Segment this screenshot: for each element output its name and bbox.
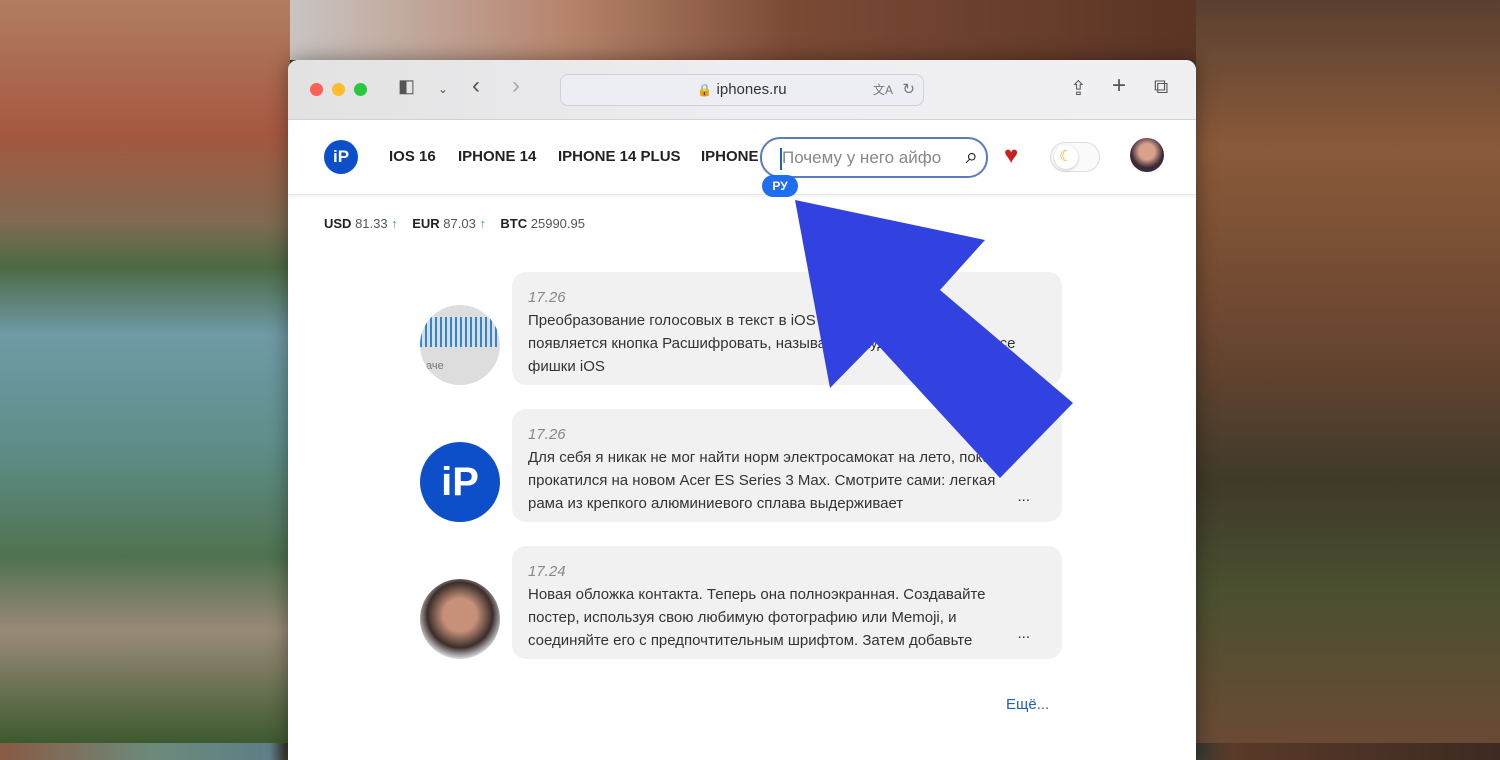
eur-label: EUR (412, 216, 440, 231)
chevron-down-icon[interactable]: ⌄ (438, 82, 448, 96)
waveform-avatar: аче (420, 305, 500, 385)
message-bubble: 17.26 Для себя я никак не мог найти норм… (512, 409, 1062, 522)
tabs-overview-icon[interactable]: ⧉ (1154, 76, 1168, 99)
message-text: Для себя я никак не мог найти норм элект… (528, 449, 1012, 512)
back-button[interactable]: ‹ (472, 72, 480, 100)
input-language-badge: РУ (762, 175, 798, 197)
ellipsis[interactable]: ... (1017, 622, 1030, 645)
minimize-button[interactable] (332, 83, 345, 96)
site-header: iP IOS 16 IPHONE 14 IPHONE 14 PLUS IPHON… (288, 120, 1196, 197)
person-avatar (420, 579, 500, 659)
new-tab-icon[interactable]: + (1112, 72, 1126, 100)
nav-iphone[interactable]: IPHONE (701, 148, 761, 165)
search-input[interactable]: Почему у него айфо ⌕ (760, 137, 988, 178)
dark-mode-toggle[interactable]: ☾ (1050, 142, 1100, 172)
browser-window: ◧ ⌄ ‹ › 🔒 iphones.ru 文A ↻ ⇪ + ⧉ iP IOS 1… (288, 60, 1196, 760)
nav-ios16[interactable]: IOS 16 (389, 148, 436, 165)
lock-icon: 🔒 (697, 83, 713, 97)
message-time: 17.26 (528, 289, 566, 306)
maximize-button[interactable] (354, 83, 367, 96)
message-bubble: 17.26 Преобразование голосовых в текст в… (512, 272, 1062, 385)
up-arrow-icon: ↑ (391, 216, 398, 231)
address-bar[interactable]: 🔒 iphones.ru 文A ↻ (560, 74, 924, 106)
currency-rates: USD 81.33 ↑ EUR 87.03 ↑ BTC 25990.95 (324, 216, 585, 231)
more-link[interactable]: Ещё... (1006, 696, 1049, 713)
message-bubble: 17.24 Новая обложка контакта. Теперь она… (512, 546, 1062, 659)
message-text: Преобразование голосовых в текст в iOS 1… (528, 312, 1016, 375)
search-value: Почему у него айфо (782, 148, 942, 167)
ellipsis[interactable]: ... (1017, 485, 1030, 508)
waveform-icon (420, 317, 500, 347)
browser-toolbar: ◧ ⌄ ‹ › 🔒 iphones.ru 文A ↻ ⇪ + ⧉ (288, 60, 1196, 120)
url-text: iphones.ru (716, 81, 787, 98)
heart-icon[interactable]: ♥ (1004, 142, 1018, 170)
avatar-caption: аче (426, 360, 444, 372)
reload-icon[interactable]: ↻ (902, 75, 915, 105)
desktop-wallpaper-right (1196, 0, 1500, 743)
forward-button[interactable]: › (512, 72, 520, 100)
eur-value: 87.03 (443, 216, 476, 231)
message-time: 17.24 (528, 563, 566, 580)
translate-icon[interactable]: 文A (873, 75, 893, 105)
message-text: Новая обложка контакта. Теперь она полно… (528, 586, 986, 649)
desktop-wallpaper-left (0, 0, 290, 743)
moon-icon: ☾ (1054, 145, 1078, 169)
site-logo[interactable]: iP (324, 140, 358, 174)
nav-iphone14[interactable]: IPHONE 14 (458, 148, 536, 165)
message-time: 17.26 (528, 426, 566, 443)
share-icon[interactable]: ⇪ (1070, 76, 1087, 101)
sidebar-icon[interactable]: ◧ (398, 76, 415, 97)
iphones-avatar: iP (420, 442, 500, 522)
search-icon[interactable]: ⌕ (966, 143, 978, 169)
btc-label: BTC (500, 216, 528, 231)
usd-value: 81.33 (355, 216, 388, 231)
btc-value: 25990.95 (530, 216, 585, 231)
user-avatar[interactable] (1130, 138, 1164, 172)
close-button[interactable] (310, 83, 323, 96)
desktop-wallpaper-top (290, 0, 1200, 60)
usd-label: USD (324, 216, 352, 231)
nav-iphone14plus[interactable]: IPHONE 14 PLUS (558, 148, 681, 165)
up-arrow-icon: ↑ (479, 216, 486, 231)
